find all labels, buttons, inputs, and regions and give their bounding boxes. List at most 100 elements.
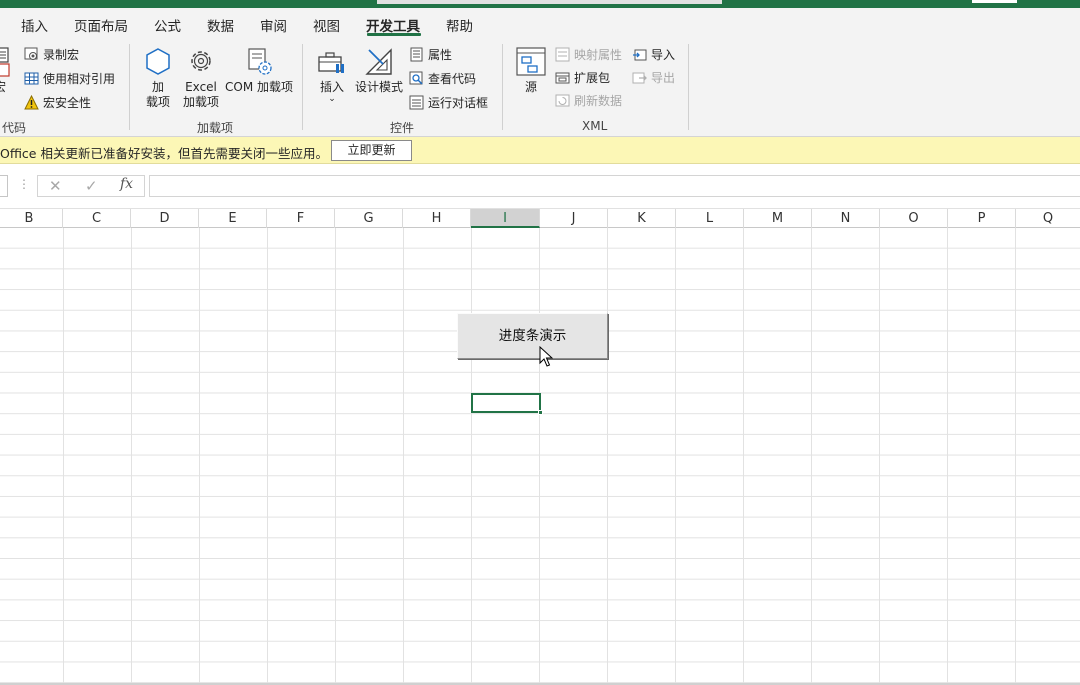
properties-button[interactable]: 属性 — [409, 46, 452, 63]
group-separator — [688, 44, 689, 130]
design-mode-button[interactable]: 设计模式 — [354, 46, 404, 95]
com-addins-icon — [248, 48, 272, 75]
excel-addins-button[interactable]: Excel 加载项 — [182, 46, 220, 110]
column-header-m[interactable]: M — [744, 209, 812, 228]
map-properties-button[interactable]: 映射属性 — [555, 46, 622, 63]
run-dialog-button[interactable]: 运行对话框 — [409, 94, 488, 111]
export-icon — [632, 70, 647, 85]
group-separator — [129, 44, 130, 130]
record-macro-icon — [24, 47, 39, 62]
map-properties-label: 映射属性 — [574, 48, 623, 62]
active-cell[interactable] — [471, 393, 543, 415]
formula-input[interactable] — [149, 175, 1080, 197]
xml-group-label: XML — [582, 119, 608, 133]
macro-security-button[interactable]: 宏安全性 — [24, 94, 91, 111]
column-header-g[interactable]: G — [335, 209, 403, 228]
formula-bar: ⋮ ✕ ✓ fx — [0, 165, 1080, 209]
ribbon-tabs: 插入 页面布局 公式 数据 审阅 视图 开发工具 帮助 — [0, 8, 1080, 38]
xml-source-label: 源 — [524, 80, 537, 94]
design-mode-label: 设计模式 — [354, 80, 403, 94]
xml-export-button[interactable]: 导出 — [632, 69, 675, 86]
progress-demo-button[interactable]: 进度条演示 — [457, 313, 608, 359]
ribbon: 宏 录制宏 使用相对引用 宏安全性 代码 加 载项 Excel 加载项 COM … — [0, 38, 1080, 137]
map-properties-icon — [555, 47, 570, 62]
column-header-i[interactable]: I — [471, 209, 540, 228]
refresh-data-label: 刷新数据 — [574, 94, 623, 108]
com-addins-label: COM 加载项 — [225, 80, 293, 94]
tab-view[interactable]: 视图 — [313, 15, 340, 35]
controls-group-label: 控件 — [390, 121, 415, 135]
group-separator — [302, 44, 303, 130]
refresh-data-button[interactable]: 刷新数据 — [555, 92, 622, 109]
tab-developer[interactable]: 开发工具 — [366, 15, 420, 35]
run-dialog-icon — [409, 95, 424, 110]
worksheet-grid[interactable] — [0, 228, 1080, 685]
warning-icon — [24, 94, 39, 110]
column-header-f[interactable]: F — [267, 209, 335, 228]
addins-button[interactable]: 加 载项 — [143, 46, 173, 110]
excel-addins-label-line1: Excel — [185, 80, 217, 94]
relative-reference-label: 使用相对引用 — [43, 72, 116, 86]
column-header-k[interactable]: K — [608, 209, 676, 228]
column-header-q[interactable]: Q — [1016, 209, 1080, 228]
column-header-d[interactable]: D — [131, 209, 199, 228]
macros-button[interactable]: 宏 — [0, 46, 14, 94]
xml-import-button[interactable]: 导入 — [632, 46, 675, 63]
column-header-p[interactable]: P — [948, 209, 1016, 228]
name-box[interactable] — [0, 175, 8, 197]
expansion-packs-label: 扩展包 — [574, 71, 611, 85]
search-box[interactable] — [377, 0, 722, 4]
addins-label-line1: 加 — [151, 80, 164, 94]
view-code-label: 查看代码 — [428, 72, 477, 86]
addins-icon — [146, 48, 170, 75]
active-tab-indicator — [367, 33, 421, 36]
more-options-icon[interactable]: ⋮ — [18, 177, 30, 191]
column-header-c[interactable]: C — [63, 209, 131, 228]
macro-security-label: 宏安全性 — [43, 96, 92, 110]
column-headers: B C D E F G H I J K L M N O P Q — [0, 209, 1080, 228]
group-separator — [502, 44, 503, 130]
toolbox-icon — [318, 52, 344, 73]
view-code-button[interactable]: 查看代码 — [409, 70, 476, 87]
com-addins-button[interactable]: COM 加载项 — [223, 46, 295, 95]
cancel-icon[interactable]: ✕ — [49, 177, 62, 195]
account-button[interactable] — [972, 0, 1017, 3]
insert-control-button[interactable]: 插入 ⌄ — [316, 46, 348, 104]
xml-source-button[interactable]: 源 — [516, 46, 546, 95]
column-header-e[interactable]: E — [199, 209, 267, 228]
insert-control-label: 插入 — [319, 80, 344, 94]
tab-review[interactable]: 审阅 — [260, 15, 287, 35]
xml-export-label: 导出 — [651, 71, 676, 85]
gear-icon — [191, 51, 211, 71]
update-now-button[interactable]: 立即更新 — [331, 140, 412, 161]
tab-data[interactable]: 数据 — [207, 15, 234, 35]
relative-reference-button[interactable]: 使用相对引用 — [24, 70, 115, 87]
tab-formulas[interactable]: 公式 — [154, 15, 181, 35]
fill-handle[interactable] — [538, 410, 543, 415]
expansion-packs-button[interactable]: 扩展包 — [555, 69, 610, 86]
column-header-h[interactable]: H — [403, 209, 471, 228]
title-bar — [0, 0, 1080, 8]
enter-icon[interactable]: ✓ — [85, 177, 98, 195]
run-dialog-label: 运行对话框 — [428, 96, 489, 110]
column-header-n[interactable]: N — [812, 209, 880, 228]
record-macro-button[interactable]: 录制宏 — [24, 46, 79, 63]
record-macro-label: 录制宏 — [43, 48, 80, 62]
column-header-o[interactable]: O — [880, 209, 948, 228]
insert-function-icon[interactable]: fx — [120, 176, 133, 192]
design-mode-icon — [365, 48, 392, 75]
properties-label: 属性 — [428, 48, 453, 62]
column-header-j[interactable]: J — [540, 209, 608, 228]
properties-icon — [409, 47, 424, 62]
update-message-bar: Office 相关更新已准备好安装，但首先需要关闭一些应用。 立即更新 — [0, 137, 1080, 164]
tab-help[interactable]: 帮助 — [446, 15, 473, 35]
relative-reference-icon — [24, 71, 39, 86]
code-group-label: 代码 — [2, 121, 27, 135]
xml-source-icon — [516, 47, 546, 76]
tab-page-layout[interactable]: 页面布局 — [74, 15, 128, 35]
mouse-cursor-icon — [539, 346, 553, 367]
tab-insert[interactable]: 插入 — [21, 15, 48, 35]
column-header-l[interactable]: L — [676, 209, 744, 228]
excel-addins-label-line2: 加载项 — [182, 95, 219, 109]
column-header-b[interactable]: B — [0, 209, 63, 228]
